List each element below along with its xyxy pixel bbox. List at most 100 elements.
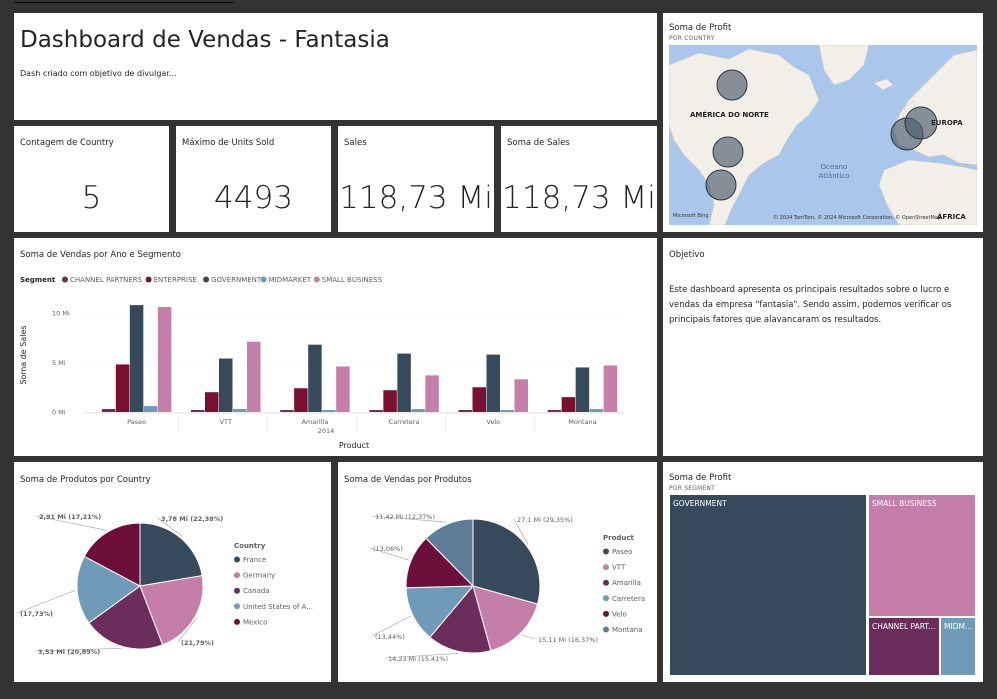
map-bubble-usa[interactable] xyxy=(712,136,744,168)
pie-legend-marker xyxy=(603,610,609,617)
treemap-cell-small-business[interactable]: SMALL BUSINESS xyxy=(868,494,976,617)
kpi-card-max-units[interactable]: Máximo de Units Sold 4493 xyxy=(176,126,331,232)
map-label-europe: EUROPA xyxy=(931,119,963,127)
bar-paseo-enterprise[interactable] xyxy=(115,364,130,412)
pie-legend-item-carretera[interactable]: Carretera xyxy=(612,595,645,603)
bar-chart[interactable]: Soma de Vendas por Ano e Segmento Segmen… xyxy=(14,238,657,456)
bar-montana-channel-partners[interactable] xyxy=(547,410,562,412)
bing-logo: Microsoft Bing xyxy=(673,213,709,219)
bar-montana-government[interactable] xyxy=(575,367,590,412)
objetivo-title: Objetivo xyxy=(669,250,705,260)
pie-legend-marker xyxy=(603,579,609,586)
bar-vtt-enterprise[interactable] xyxy=(205,392,219,412)
treemap-label: CHANNEL PART... xyxy=(872,622,936,631)
world-map[interactable]: AMÉRICA DO NORTE EUROPA ÁFRICA Oceano At… xyxy=(669,45,977,225)
map-bubble-canada[interactable] xyxy=(716,69,748,101)
bar-carretera-small-business[interactable] xyxy=(425,375,439,412)
bar-paseo-small-business[interactable] xyxy=(157,307,172,412)
legend-item-small-business[interactable]: SMALL BUSINESS xyxy=(322,276,383,284)
pie-chart-country[interactable]: Soma de Produtos por Country 3,78 Mi (22… xyxy=(14,462,331,682)
legend-item-channel-partners[interactable]: CHANNEL PARTNERS xyxy=(70,276,143,284)
legend-item-midmarket[interactable]: MIDMARKET xyxy=(269,276,312,284)
bar-paseo-government[interactable] xyxy=(129,305,144,412)
bar-vtt-small-business[interactable] xyxy=(247,341,261,412)
pie-legend-marker xyxy=(603,626,609,633)
kpi-value: 4493 xyxy=(214,180,293,216)
bar-vtt-channel-partners[interactable] xyxy=(191,410,205,412)
bar-chart-x-axis-title: Product xyxy=(339,441,369,450)
map-credit[interactable]: © 2024 TomTom, © 2024 Microsoft Corporat… xyxy=(773,215,941,221)
kpi-label: Contagem de Country xyxy=(20,138,114,148)
header-tile: Dashboard de Vendas - Fantasia Dash cria… xyxy=(14,13,657,120)
bar-montana-midmarket[interactable] xyxy=(589,409,604,412)
pie-legend-item-amarilla[interactable]: Amarilla xyxy=(612,579,641,587)
map-bubble-mexico[interactable] xyxy=(705,169,737,201)
pie-legend-marker xyxy=(234,603,240,610)
bar-montana-enterprise[interactable] xyxy=(561,397,576,412)
bar-chart-tile: Soma de Vendas por Ano e Segmento Segmen… xyxy=(14,238,657,456)
pie-legend-item-france[interactable]: France xyxy=(243,556,266,564)
bar-amarilla-small-business[interactable] xyxy=(336,366,350,412)
bar-velo-channel-partners[interactable] xyxy=(458,410,473,412)
pie-data-label: 3,78 Mi (22,38%) xyxy=(161,515,223,523)
bar-amarilla-enterprise[interactable] xyxy=(294,388,308,412)
map-title: Soma de Profit xyxy=(669,23,732,33)
pie-legend-item-paseo[interactable]: Paseo xyxy=(612,548,632,556)
pie-leader-line xyxy=(521,634,536,640)
pie-legend-item-velo[interactable]: Velo xyxy=(612,610,627,618)
pie-slices xyxy=(405,518,541,654)
bar-montana-small-business[interactable] xyxy=(603,365,618,412)
bar-carretera-midmarket[interactable] xyxy=(411,409,425,412)
treemap-cell-channel-partners[interactable]: CHANNEL PART... xyxy=(868,617,940,676)
bar-chart-title: Soma de Vendas por Ano e Segmento xyxy=(20,250,181,260)
bar-vtt-midmarket[interactable] xyxy=(233,409,247,412)
x-tick-label: Montana xyxy=(568,418,596,426)
pie-legend-item-united-states-of-a-[interactable]: United States of A... xyxy=(243,603,313,611)
bar-amarilla-government[interactable] xyxy=(308,344,322,412)
bar-vtt-government[interactable] xyxy=(219,358,233,412)
bar-carretera-enterprise[interactable] xyxy=(383,390,397,412)
treemap-title: Soma de Profit xyxy=(669,473,732,483)
pie-legend-item-montana[interactable]: Montana xyxy=(612,626,643,634)
legend-item-enterprise[interactable]: ENTERPRISE xyxy=(154,276,197,284)
pie-legend-item-mexico[interactable]: Mexico xyxy=(243,618,267,626)
kpi-label: Máximo de Units Sold xyxy=(182,138,275,148)
pie-data-label: (17,73%) xyxy=(20,610,53,618)
pie-data-label: (13,44%) xyxy=(375,633,405,641)
legend-item-government[interactable]: GOVERNMENT xyxy=(211,276,262,284)
kpi-label: Soma de Sales xyxy=(507,138,570,148)
legend-marker xyxy=(145,276,152,283)
pie-legend-marker xyxy=(603,595,609,602)
bar-velo-small-business[interactable] xyxy=(514,379,529,412)
treemap-cell-government[interactable]: GOVERNMENT xyxy=(669,494,867,676)
kpi-card-sum-sales[interactable]: Soma de Sales 118,73 Mi xyxy=(501,126,657,232)
map-label-africa: ÁFRICA xyxy=(937,213,966,221)
pie-legend-item-vtt[interactable]: VTT xyxy=(612,564,626,572)
pie-data-label: 15,11 Mi (16,37%) xyxy=(538,636,598,644)
bar-velo-midmarket[interactable] xyxy=(500,410,515,412)
pie-slice-france[interactable] xyxy=(139,522,203,587)
bar-velo-enterprise[interactable] xyxy=(472,387,487,412)
bar-carretera-government[interactable] xyxy=(397,353,411,412)
treemap-cell-midmarket[interactable]: MIDM... xyxy=(940,617,976,676)
bar-paseo-channel-partners[interactable] xyxy=(101,409,116,412)
bar-amarilla-midmarket[interactable] xyxy=(322,410,336,412)
pie-legend-marker xyxy=(603,548,609,555)
pie-data-label: 2,91 Mi (17,21%) xyxy=(39,513,101,521)
bar-amarilla-channel-partners[interactable] xyxy=(280,410,294,412)
kpi-value: 118,73 Mi xyxy=(339,180,493,216)
kpi-card-country-count[interactable]: Contagem de Country 5 xyxy=(14,126,169,232)
objetivo-text: Este dashboard apresenta os principais r… xyxy=(669,285,952,325)
pie-legend-item-canada[interactable]: Canada xyxy=(243,587,270,595)
pie-chart-product[interactable]: Soma de Vendas por Produtos 27,1 Mi (29,… xyxy=(338,462,657,682)
bar-paseo-midmarket[interactable] xyxy=(143,406,158,412)
pie-legend-item-germany[interactable]: Germany xyxy=(243,572,275,580)
bar-chart-year-label: 2014 xyxy=(318,427,335,435)
bar-velo-government[interactable] xyxy=(486,354,501,412)
legend-marker xyxy=(62,276,68,283)
map-label-north-america: AMÉRICA DO NORTE xyxy=(690,111,769,119)
bar-carretera-channel-partners[interactable] xyxy=(369,410,383,412)
dashboard-description[interactable]: Dash criado com objetivo de divulgar... xyxy=(20,69,176,78)
kpi-card-sales[interactable]: Sales 118,73 Mi xyxy=(338,126,494,232)
legend-title: Segment xyxy=(20,276,56,284)
